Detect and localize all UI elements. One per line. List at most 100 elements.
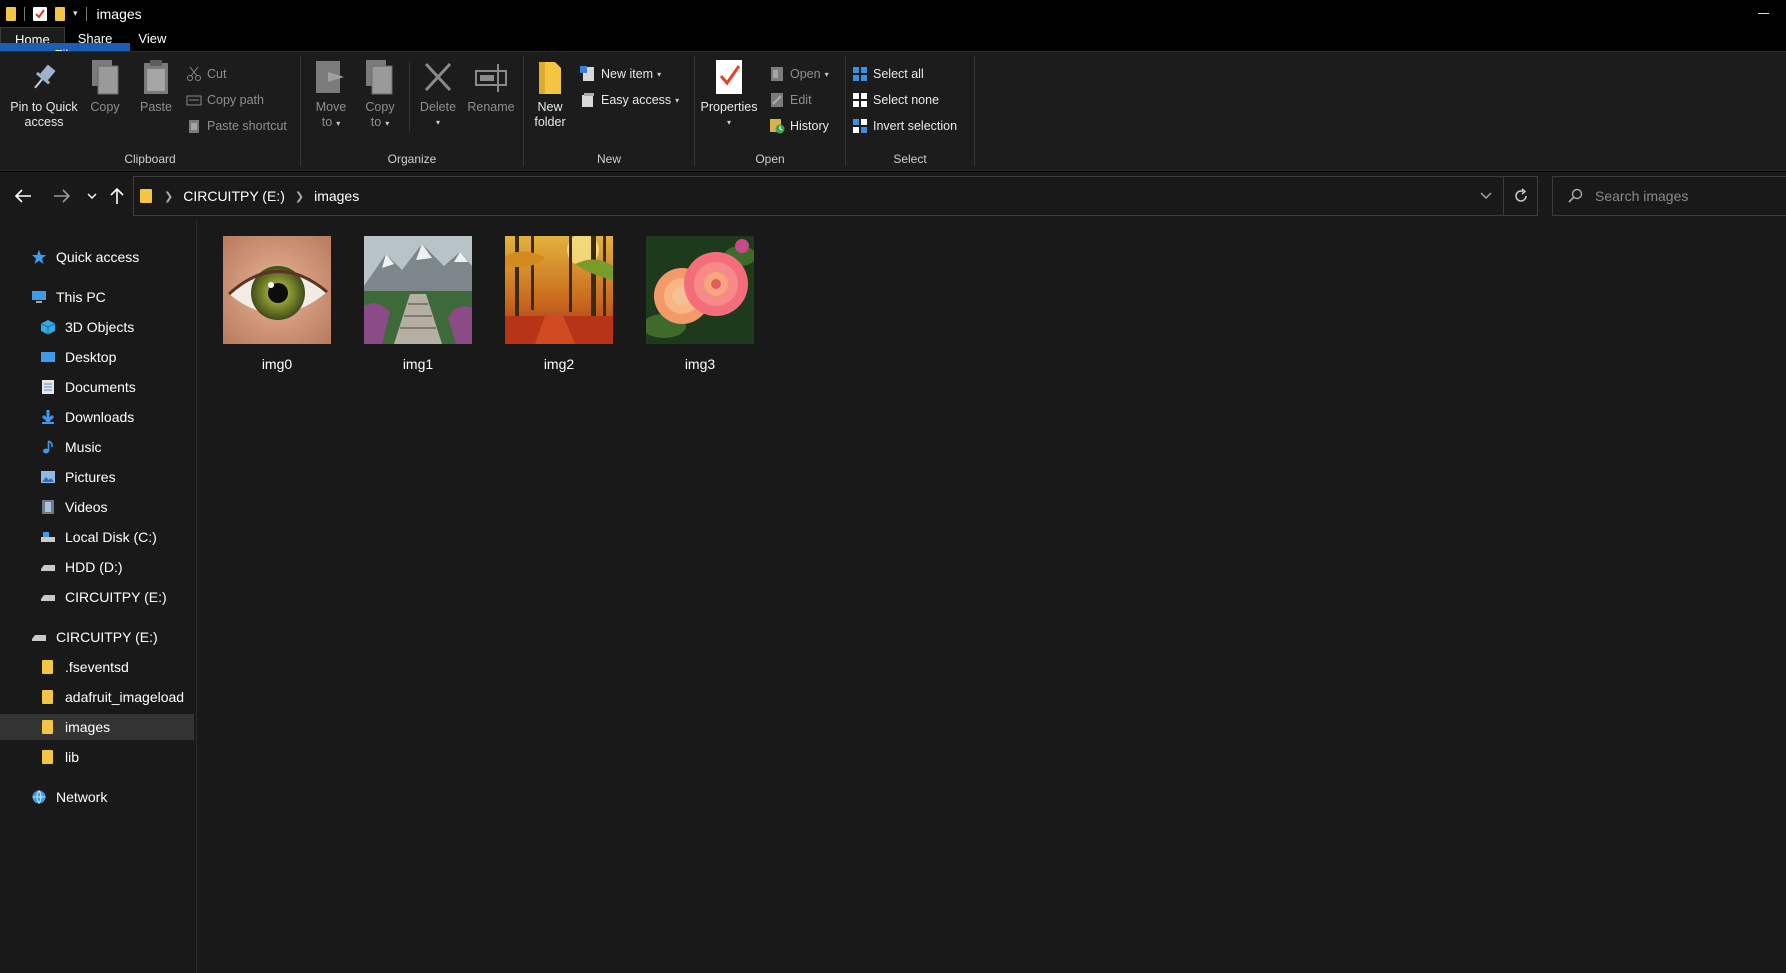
nav-item-pictures[interactable]: Pictures xyxy=(0,464,196,490)
breadcrumb-drive[interactable]: CIRCUITPY (E:) xyxy=(183,188,285,204)
pin-icon xyxy=(27,58,61,96)
search-input[interactable] xyxy=(1595,188,1775,204)
nav-label: HDD (D:) xyxy=(65,559,123,575)
refresh-icon xyxy=(1514,188,1527,202)
up-button[interactable] xyxy=(106,172,128,220)
select-all-button[interactable]: Select all xyxy=(852,64,924,84)
address-dropdown-button[interactable] xyxy=(1469,192,1503,200)
desktop-icon xyxy=(40,349,56,365)
rename-button[interactable]: Rename xyxy=(463,58,519,115)
refresh-button[interactable] xyxy=(1503,177,1537,215)
customize-toolbar-icon[interactable]: ▾ xyxy=(73,8,78,19)
nav-item-downloads[interactable]: Downloads xyxy=(0,404,196,430)
nav-label-quick-access: Quick access xyxy=(56,249,140,265)
folder-icon xyxy=(40,749,56,765)
file-item-img0[interactable]: img0 xyxy=(212,236,342,372)
tab-view[interactable]: View xyxy=(125,27,179,51)
nav-item-local-disk[interactable]: Local Disk (C:) xyxy=(0,524,196,550)
nav-item-documents[interactable]: Documents xyxy=(0,374,196,400)
new-folder-button[interactable]: New folder xyxy=(529,58,571,130)
edit-button[interactable]: Edit xyxy=(769,90,812,110)
address-actions xyxy=(1469,177,1537,215)
paste-shortcut-button[interactable]: Paste shortcut xyxy=(186,116,287,136)
nav-item-images[interactable]: images xyxy=(0,714,194,740)
nav-item-adafruit-imageload[interactable]: adafruit_imageload xyxy=(0,684,196,710)
file-item-img2[interactable]: img2 xyxy=(494,236,624,372)
nav-item-network[interactable]: Network xyxy=(0,784,196,810)
drive-icon xyxy=(40,589,56,605)
nav-label: lib xyxy=(65,749,80,765)
download-arrow-icon xyxy=(40,409,56,425)
move-to-icon xyxy=(314,58,348,96)
new-folder-icon[interactable] xyxy=(55,6,65,21)
paste-shortcut-icon xyxy=(186,118,202,134)
paste-button[interactable]: Paste xyxy=(136,58,176,115)
open-group-label: Open xyxy=(755,152,785,166)
copy-to-icon xyxy=(363,58,397,96)
pin-to-quick-access-button[interactable]: Pin to Quick access xyxy=(6,58,82,130)
properties-check-icon[interactable] xyxy=(33,6,47,21)
nav-item-quick-access[interactable]: Quick access xyxy=(0,244,196,270)
nav-item-this-pc[interactable]: This PC xyxy=(0,284,196,310)
recent-locations-button[interactable] xyxy=(84,172,100,220)
open-group: Properties ▾ Open ▾ Edit History Open xyxy=(695,52,845,171)
minimize-button[interactable] xyxy=(1740,0,1786,27)
nav-item-music[interactable]: Music xyxy=(0,434,196,460)
forward-button[interactable] xyxy=(49,172,75,220)
delete-button[interactable]: Delete ▾ xyxy=(415,58,461,130)
image-thumbnail-autumn-forest xyxy=(505,236,613,344)
copy-label: Copy xyxy=(90,100,120,114)
file-item-img1[interactable]: img1 xyxy=(353,236,483,372)
properties-label: Properties xyxy=(700,100,758,114)
forward-arrow-icon xyxy=(54,189,71,203)
move-to-button[interactable]: Move to ▾ xyxy=(310,58,352,131)
back-button[interactable] xyxy=(10,172,36,220)
address-bar[interactable]: ❯ CIRCUITPY (E:) ❯ images xyxy=(133,176,1538,216)
new-item-button[interactable]: New item ▾ xyxy=(580,64,661,84)
nav-item-desktop[interactable]: Desktop xyxy=(0,344,196,370)
copy-path-button[interactable]: Copy path xyxy=(186,90,264,110)
nav-label: Downloads xyxy=(65,409,135,425)
breadcrumb-current-folder[interactable]: images xyxy=(314,188,359,204)
breadcrumb-chevron-icon[interactable]: ❯ xyxy=(164,190,173,203)
select-none-button[interactable]: Select none xyxy=(852,90,939,110)
minimize-icon xyxy=(1757,13,1769,14)
cut-button[interactable]: Cut xyxy=(186,64,226,84)
image-thumbnail-eye xyxy=(223,236,331,344)
clipboard-group-label: Clipboard xyxy=(124,152,176,166)
history-button[interactable]: History xyxy=(769,116,829,136)
copy-to-button[interactable]: Copy to ▾ xyxy=(359,58,401,131)
breadcrumb-chevron-icon[interactable]: ❯ xyxy=(295,190,304,203)
easy-access-button[interactable]: Easy access ▾ xyxy=(580,90,679,110)
properties-dropdown-icon[interactable]: ▾ xyxy=(727,115,731,130)
open-button[interactable]: Open ▾ xyxy=(769,64,829,84)
copy-button[interactable]: Copy xyxy=(86,58,124,115)
film-icon xyxy=(40,499,56,515)
invert-selection-icon xyxy=(852,118,868,134)
folder-icon xyxy=(40,659,56,675)
nav-label: CIRCUITPY (E:) xyxy=(65,589,167,605)
file-item-img3[interactable]: img3 xyxy=(635,236,765,372)
computer-icon xyxy=(31,289,47,305)
nav-item-3d-objects[interactable]: 3D Objects xyxy=(0,314,196,340)
properties-button[interactable]: Properties ▾ xyxy=(697,58,761,130)
search-box[interactable] xyxy=(1552,176,1786,216)
nav-label: Documents xyxy=(65,379,136,395)
file-name: img0 xyxy=(261,356,293,372)
nav-item-hdd[interactable]: HDD (D:) xyxy=(0,554,196,580)
delete-dropdown-icon[interactable]: ▾ xyxy=(436,115,440,130)
folder-icon xyxy=(6,6,16,21)
nav-label-this-pc: This PC xyxy=(56,289,106,305)
copy-to-label-line1: Copy xyxy=(365,100,395,114)
nav-item-circuitpy-pc[interactable]: CIRCUITPY (E:) xyxy=(0,584,196,610)
nav-item-fseventsd[interactable]: .fseventsd xyxy=(0,654,196,680)
nav-label: Pictures xyxy=(65,469,116,485)
easy-access-label: Easy access xyxy=(601,93,672,107)
clipboard-group: Pin to Quick access Copy Paste Cut Copy … xyxy=(0,52,300,171)
pictures-icon xyxy=(40,469,56,485)
nav-item-lib[interactable]: lib xyxy=(0,744,196,770)
invert-selection-button[interactable]: Invert selection xyxy=(852,116,957,136)
select-none-label: Select none xyxy=(873,93,940,107)
nav-item-videos[interactable]: Videos xyxy=(0,494,196,520)
nav-item-circuitpy-drive[interactable]: CIRCUITPY (E:) xyxy=(0,624,196,650)
